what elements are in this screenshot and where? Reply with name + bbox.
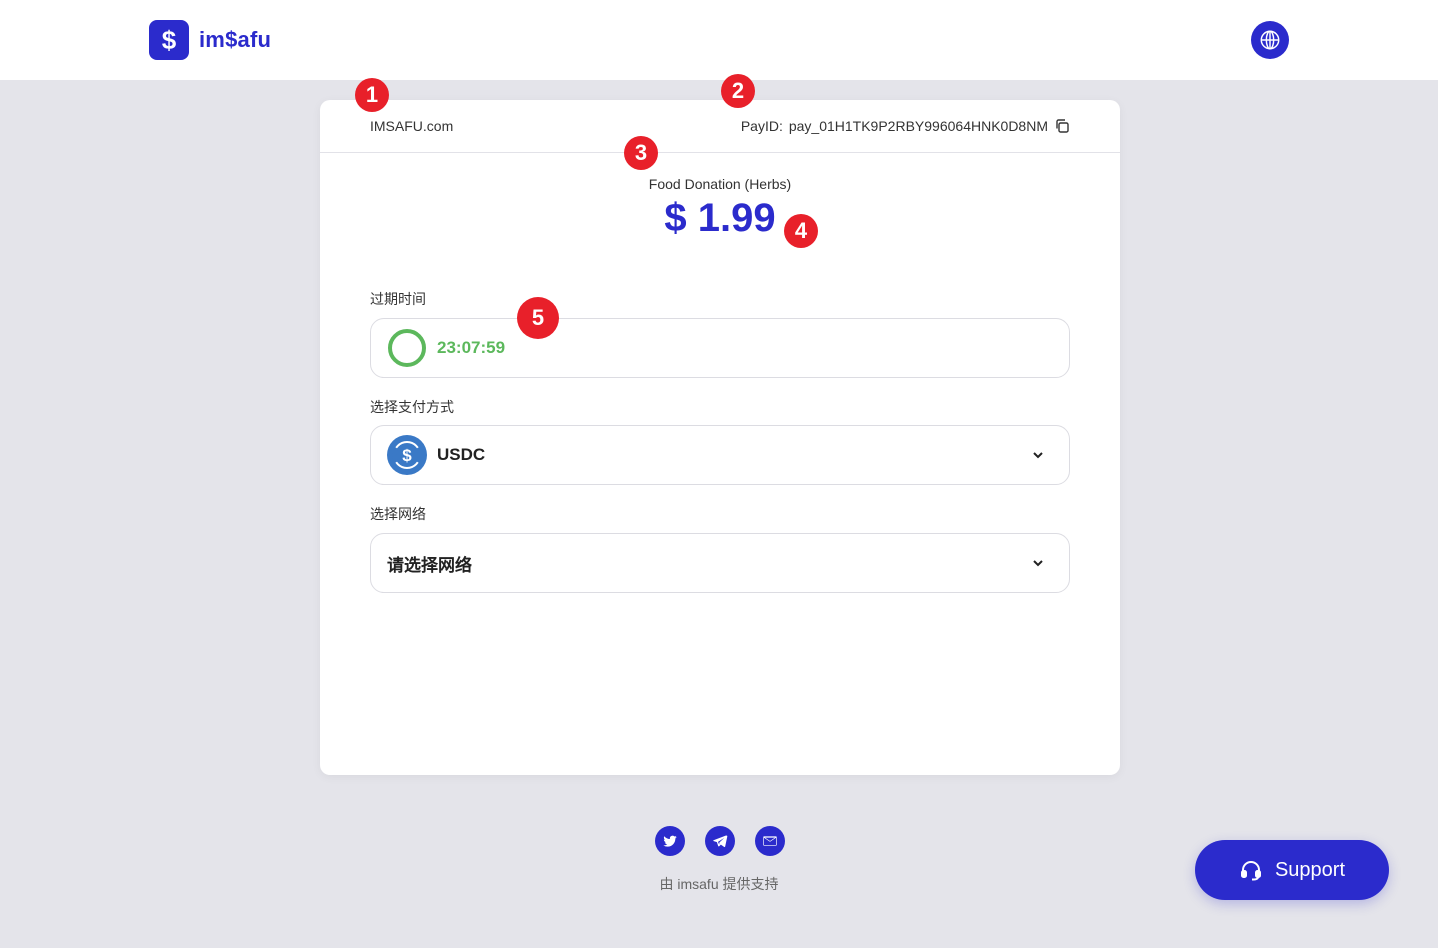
top-bar: $ im$afu xyxy=(0,0,1438,80)
payid-value: pay_01H1TK9P2RBY996064HNK0D8NM xyxy=(788,118,1048,134)
social-links xyxy=(655,826,785,856)
payment-amount: $ 1.99 xyxy=(664,196,776,240)
logo-text: im$afu xyxy=(199,27,272,52)
payment-method-label: 选择支付方式 xyxy=(370,399,454,415)
expiry-countdown: 23:07:59 xyxy=(370,318,1070,378)
countdown-text: 23:07:59 xyxy=(437,338,506,357)
payment-method-value: USDC xyxy=(437,445,486,464)
mail-icon[interactable] xyxy=(755,826,785,856)
chevron-down-icon xyxy=(1033,452,1043,459)
payment-card: IMSAFU.com PayID: pay_01H1TK9P2RBY996064… xyxy=(320,100,1120,775)
logo-mark: $ xyxy=(149,20,189,60)
svg-text:$: $ xyxy=(402,446,412,465)
support-button[interactable]: Support xyxy=(1195,840,1389,900)
card-header: IMSAFU.com PayID: pay_01H1TK9P2RBY996064… xyxy=(320,100,1120,153)
payment-method-select[interactable]: $ USDC xyxy=(370,425,1070,485)
usdc-icon: $ xyxy=(387,435,427,475)
annotation-badge-4: 4 xyxy=(784,214,818,248)
telegram-icon[interactable] xyxy=(705,826,735,856)
chevron-down-icon xyxy=(1033,560,1043,567)
payid: PayID: pay_01H1TK9P2RBY996064HNK0D8NM xyxy=(741,118,1070,134)
expiry-label: 过期时间 xyxy=(370,291,426,307)
network-select[interactable]: 请选择网络 xyxy=(370,533,1070,593)
payid-label: PayID: xyxy=(740,118,783,134)
support-label: Support xyxy=(1274,858,1346,881)
language-button[interactable] xyxy=(1251,21,1289,59)
globe-icon xyxy=(1260,30,1280,50)
network-label: 选择网络 xyxy=(370,506,426,522)
headset-icon xyxy=(1240,861,1261,881)
annotation-badge-1: 1 xyxy=(355,78,389,112)
network-placeholder: 请选择网络 xyxy=(387,555,472,575)
product-name: Food Donation (Herbs) xyxy=(648,176,792,192)
annotation-badge-2: 2 xyxy=(721,74,755,108)
copy-icon[interactable] xyxy=(1054,118,1070,134)
merchant-name: IMSAFU.com xyxy=(370,118,454,134)
logo[interactable]: $ im$afu xyxy=(149,20,271,60)
annotation-badge-3: 3 xyxy=(624,136,658,170)
countdown-ring-icon xyxy=(388,329,426,367)
annotation-badge-5: 5 xyxy=(517,297,559,339)
twitter-icon[interactable] xyxy=(655,826,685,856)
